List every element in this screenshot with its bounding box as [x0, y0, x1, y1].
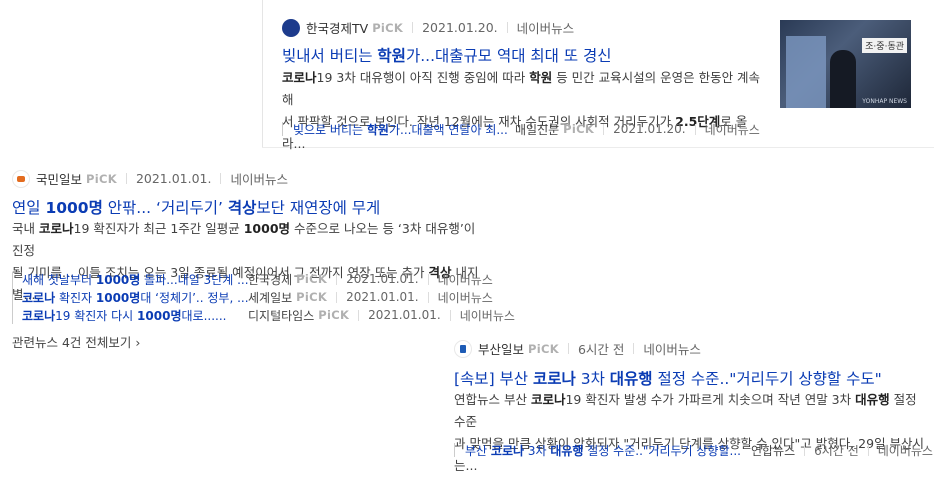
title-text: 빚내서 버티는 — [282, 47, 378, 65]
news-title[interactable]: 빚내서 버티는 학원가...대출규모 역대 최대 또 경신 — [282, 44, 762, 66]
naver-news-link[interactable]: 네이버뉴스 — [517, 18, 575, 37]
thumbnail-caption: 조·중·동관 — [862, 38, 907, 53]
press-logo-icon[interactable] — [12, 169, 30, 188]
separator — [867, 444, 869, 456]
thumbnail-watermark: YONHAP NEWS — [862, 98, 907, 105]
related-title[interactable]: 코로나19 확진자 다시 1000명대로...... — [22, 307, 248, 324]
pick-badge: PiCK — [296, 290, 328, 304]
news-description[interactable]: 연합뉴스 부산 코로나19 확진자 발생 수가 가파르게 치솟으며 작년 연말 … — [454, 389, 932, 477]
thumbnail-window — [786, 36, 826, 108]
related-meta: 한국경제 PiCK 2021.01.01. 네이버뉴스 — [248, 271, 493, 288]
separator — [412, 22, 414, 33]
news-date: 2021.01.20. — [422, 20, 498, 35]
related-meta: 연합뉴스 6시간 전 네이버뉴스 — [751, 442, 933, 459]
logo-mark — [460, 344, 466, 353]
related-meta: 매일신문 PiCK 2021.01.20. 네이버뉴스 — [515, 121, 760, 138]
related-press[interactable]: 세계일보 — [248, 289, 292, 306]
news-date: 6시간 전 — [577, 342, 625, 357]
news-card-3: 부산일보 PiCK 6시간 전 네이버뉴스 [속보] 부산 코로나 3차 대유행… — [440, 330, 934, 473]
related-news-row[interactable]: 부산 코로나 3차 대유행 절정 수준.."거리두기 상향할... 연합뉴스 6… — [454, 441, 933, 459]
news-description[interactable]: 코로나19 3차 대유행이 아직 진행 중임에 따라 학원 등 민간 교육시설의… — [282, 67, 762, 155]
news-thumbnail[interactable]: 조·중·동관 YONHAP NEWS — [780, 20, 911, 108]
desc-text: 19 3차 대유행이 아직 진행 중임에 따라 — [316, 70, 530, 85]
news-card-2: 국민일보 PiCK 2021.01.01. 네이버뉴스 연일 1000명 안팎.… — [0, 160, 515, 355]
card-left-border — [262, 0, 263, 148]
related-meta: 세계일보 PiCK 2021.01.01. 네이버뉴스 — [248, 289, 493, 306]
separator — [336, 273, 338, 285]
separator — [567, 343, 569, 354]
separator — [125, 173, 127, 184]
separator — [358, 309, 360, 321]
naver-news-link[interactable]: 네이버뉴스 — [460, 307, 515, 324]
separator — [449, 309, 451, 321]
related-news-row[interactable]: 코로나19 확진자 다시 1000명대로...... 디지털타임스 PiCK 2… — [12, 306, 515, 324]
source-row: 부산일보 PiCK 6시간 전 네이버뉴스 — [454, 339, 701, 358]
desc-highlight: 학원 — [529, 70, 553, 85]
related-title[interactable]: 코로나 확진자 1000명대 ‘정체기’.. 정부, ... — [22, 289, 248, 306]
title-highlight: 학원 — [377, 47, 406, 65]
pick-badge: PiCK — [86, 171, 117, 186]
source-row: 한국경제TV PiCK 2021.01.20. 네이버뉴스 — [282, 18, 574, 37]
related-press[interactable]: 디지털타임스 — [248, 307, 314, 324]
press-name[interactable]: 국민일보 — [36, 169, 82, 188]
related-date: 2021.01.01. — [368, 308, 441, 322]
related-news-list: 새해 첫날부터 1000명 돌파...내일 3단계 ... 한국경제 PiCK … — [12, 270, 515, 324]
separator — [506, 22, 508, 33]
title-text: 가...대출규모 역대 최대 또 경신 — [405, 47, 612, 65]
separator — [220, 173, 222, 184]
desc-highlight: 코로나 — [282, 70, 317, 85]
pick-badge: PiCK — [528, 341, 559, 356]
related-date: 6시간 전 — [814, 443, 859, 458]
related-press[interactable]: 한국경제 — [248, 271, 292, 288]
separator — [427, 273, 429, 285]
separator — [694, 123, 696, 135]
related-bar — [454, 443, 455, 457]
related-meta: 디지털타임스 PiCK 2021.01.01. 네이버뉴스 — [248, 307, 515, 324]
source-row: 국민일보 PiCK 2021.01.01. 네이버뉴스 — [12, 169, 288, 188]
related-press[interactable]: 매일신문 — [515, 121, 559, 138]
related-news-more-link[interactable]: 관련뉴스 4건 전체보기 › — [12, 332, 140, 351]
related-news-row[interactable]: 새해 첫날부터 1000명 돌파...내일 3단계 ... 한국경제 PiCK … — [12, 270, 515, 288]
press-name[interactable]: 한국경제TV — [306, 18, 368, 37]
related-date: 2021.01.20. — [613, 122, 686, 136]
related-press[interactable]: 연합뉴스 — [751, 442, 795, 459]
naver-news-link[interactable]: 네이버뉴스 — [230, 169, 288, 188]
naver-news-link[interactable]: 네이버뉴스 — [438, 289, 493, 306]
news-title[interactable]: [속보] 부산 코로나 3차 대유행 절정 수준.."거리두기 상향할 수도" — [454, 367, 932, 389]
news-date: 2021.01.01. — [135, 171, 212, 186]
logo-mark — [17, 175, 25, 182]
separator — [633, 343, 635, 354]
pick-badge: PiCK — [372, 20, 404, 35]
separator — [427, 291, 429, 303]
naver-news-link[interactable]: 네이버뉴스 — [643, 339, 701, 358]
press-name[interactable]: 부산일보 — [478, 339, 524, 358]
separator — [336, 291, 338, 303]
news-title[interactable]: 연일 1000명 안팎... ‘거리두기’ 격상보단 재연장에 무게 — [12, 196, 492, 218]
separator — [603, 123, 605, 135]
related-bar — [12, 272, 13, 324]
related-date: 2021.01.01. — [346, 272, 419, 286]
pick-badge: PiCK — [563, 122, 595, 136]
separator — [804, 444, 806, 456]
related-title[interactable]: 빚으로 버티는 학원가...대출액 연달아 최... — [293, 121, 515, 138]
related-date: 2021.01.01. — [346, 290, 419, 304]
related-bar — [282, 122, 283, 136]
naver-news-link[interactable]: 네이버뉴스 — [878, 442, 933, 459]
press-logo-icon[interactable] — [282, 18, 300, 37]
press-logo-icon[interactable] — [454, 339, 472, 358]
thumbnail-person — [830, 50, 856, 108]
related-news-row[interactable]: 빚으로 버티는 학원가...대출액 연달아 최... 매일신문 PiCK 202… — [282, 120, 760, 138]
related-title[interactable]: 새해 첫날부터 1000명 돌파...내일 3단계 ... — [22, 271, 248, 288]
related-title[interactable]: 부산 코로나 3차 대유행 절정 수준.."거리두기 상향할... — [465, 442, 751, 459]
news-card-1: 한국경제TV PiCK 2021.01.20. 네이버뉴스 빚내서 버티는 학원… — [262, 0, 934, 151]
pick-badge: PiCK — [318, 308, 350, 322]
naver-news-link[interactable]: 네이버뉴스 — [705, 121, 760, 138]
pick-badge: PiCK — [296, 272, 328, 286]
related-news-row[interactable]: 코로나 확진자 1000명대 ‘정체기’.. 정부, ... 세계일보 PiCK… — [12, 288, 515, 306]
naver-news-link[interactable]: 네이버뉴스 — [438, 271, 493, 288]
